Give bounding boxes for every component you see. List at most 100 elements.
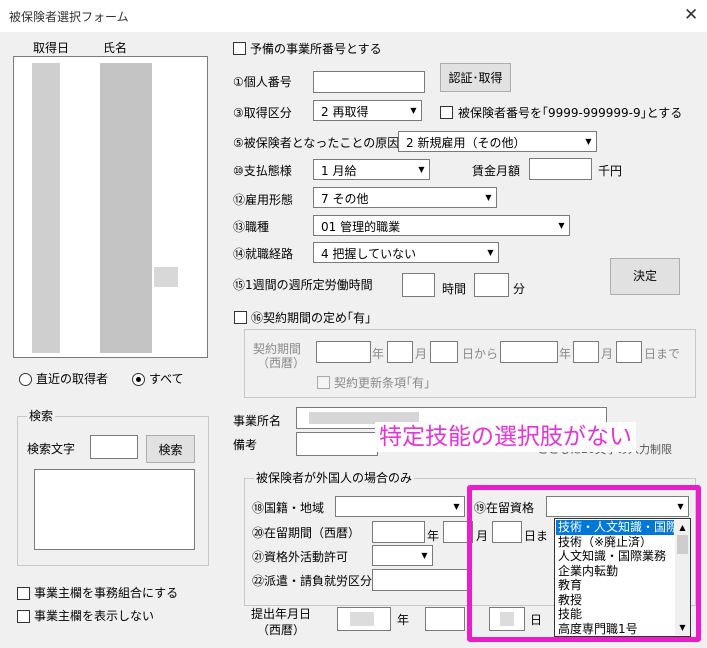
search-button[interactable]: 検索	[146, 435, 195, 463]
check-spare-office[interactable]	[233, 42, 246, 55]
period-year-unit: 年	[427, 529, 440, 543]
acq-class-select[interactable]: 2 再取得 ▼	[313, 100, 422, 121]
hours-input[interactable]	[402, 273, 435, 297]
personal-number-label: ①個人番号	[233, 75, 292, 89]
pay-select[interactable]: 1 月給 ▼	[313, 159, 430, 180]
contract-to-year[interactable]	[500, 341, 558, 363]
foreign-group-label: 被保険者が外国人の場合のみ	[254, 471, 415, 485]
blurred-dates	[32, 63, 60, 353]
search-results[interactable]	[34, 469, 195, 550]
check-hide-employer-label: 事業主欄を表示しない	[34, 609, 155, 623]
contract-group	[244, 329, 696, 398]
list-header-name: 氏名	[103, 41, 128, 55]
hours-label: ⑮1週間の週所定労働時間	[233, 278, 373, 292]
chevron-down-icon: ▼	[448, 497, 464, 516]
acq-class-value: 2 再取得	[321, 105, 369, 119]
check-contract-label: ⑯契約期間の定め｢有｣	[251, 311, 372, 325]
contract-period-sub: （西暦）	[257, 356, 306, 370]
submit-month[interactable]	[425, 607, 465, 631]
radio-all-label: すべて	[149, 372, 184, 386]
annotation-text: 特定技能の選択肢がない	[375, 422, 636, 452]
check-contract[interactable]	[234, 311, 247, 324]
contract-to-month[interactable]	[573, 341, 599, 363]
contract-month-unit: 月	[415, 347, 428, 361]
contract-from-year[interactable]	[316, 341, 371, 363]
auth-button[interactable]: 認証･取得	[440, 63, 511, 92]
insured-list[interactable]	[13, 56, 208, 358]
check-spare-office-label: 予備の事業所番号とする	[250, 42, 382, 56]
cause-value: 2 新規雇用（その他）	[406, 136, 526, 150]
chevron-down-icon: ▼	[553, 216, 569, 235]
search-group-label: 検索	[27, 409, 56, 423]
search-input[interactable]	[90, 435, 138, 459]
wage-label: 賃金月額	[472, 164, 521, 178]
nation-label: ⑱国籍・地域	[252, 501, 325, 515]
job-select[interactable]: 01 管理的職業 ▼	[313, 215, 570, 236]
submit-label: 提出年月日	[251, 607, 312, 621]
office-label: 事業所名	[233, 414, 282, 428]
cause-select[interactable]: 2 新規雇用（その他） ▼	[398, 131, 597, 152]
check-renew-label: 契約更新条項｢有｣	[334, 376, 431, 390]
chevron-down-icon: ▼	[413, 160, 429, 179]
perm-select[interactable]: ▼	[372, 545, 433, 566]
check-insured-no[interactable]	[440, 106, 453, 119]
route-label: ⑭就職経路	[233, 247, 294, 261]
perm-label: ㉑資格外活動許可	[252, 550, 349, 564]
list-header-date: 取得日	[33, 41, 70, 55]
radio-recent-label: 直近の取得者	[36, 372, 109, 386]
chevron-down-icon: ▼	[580, 132, 596, 151]
submit-sub: （西暦）	[257, 623, 306, 637]
contract-from-month[interactable]	[387, 341, 413, 363]
personal-number-input[interactable]	[313, 71, 425, 93]
nation-select[interactable]: ▼	[335, 496, 465, 517]
chevron-down-icon: ▼	[405, 101, 421, 120]
contract-to-day[interactable]	[616, 341, 642, 363]
blurred-names	[100, 63, 152, 353]
route-select[interactable]: 4 把握していない ▼	[313, 242, 499, 263]
minutes-input[interactable]	[474, 273, 509, 297]
chevron-down-icon: ▼	[480, 188, 496, 207]
emp-type-label: ⑫雇用形態	[233, 193, 294, 207]
contract-month-unit-2: 月	[601, 347, 614, 361]
pay-value: 1 月給	[321, 164, 357, 178]
period-year[interactable]	[372, 521, 425, 543]
dispatch-input[interactable]	[372, 569, 472, 591]
remarks-input[interactable]	[296, 432, 378, 456]
contract-day-from: 日から	[462, 347, 499, 361]
submit-year[interactable]	[337, 607, 391, 631]
minutes-unit: 分	[513, 282, 526, 296]
emp-type-value: 7 その他	[321, 192, 369, 206]
close-icon[interactable]: ✕	[684, 5, 698, 25]
check-union-label: 事業主欄を事務組合にする	[34, 586, 179, 600]
job-value: 01 管理的職業	[321, 220, 401, 234]
check-hide-employer[interactable]	[17, 610, 30, 623]
emp-type-select[interactable]: 7 その他 ▼	[313, 187, 497, 208]
decide-button[interactable]: 決定	[610, 258, 680, 295]
check-renew[interactable]	[317, 376, 330, 389]
pay-label: ⑩支払態様	[233, 164, 292, 178]
cause-label: ⑤被保険者となったことの原因	[233, 136, 400, 150]
blurred-year	[350, 612, 374, 626]
contract-year-unit-2: 年	[559, 347, 572, 361]
radio-all[interactable]	[132, 373, 145, 386]
wage-input[interactable]	[529, 158, 592, 180]
contract-from-day[interactable]	[430, 341, 458, 363]
hours-unit: 時間	[442, 282, 467, 296]
remarks-label: 備考	[233, 438, 258, 452]
submit-year-unit: 年	[397, 613, 410, 627]
radio-recent[interactable]	[19, 373, 32, 386]
contract-year-unit: 年	[372, 347, 385, 361]
job-label: ⑬職種	[233, 220, 270, 234]
window-title: 被保険者選択フォーム	[9, 10, 129, 24]
search-label: 検索文字	[27, 442, 76, 456]
blurred-name-tail	[154, 267, 178, 287]
highlight-frame	[467, 485, 701, 642]
route-value: 4 把握していない	[321, 247, 417, 261]
chevron-down-icon: ▼	[416, 546, 432, 565]
wage-unit: 千円	[598, 164, 623, 178]
chevron-down-icon: ▼	[482, 243, 498, 262]
dispatch-label: ㉒派遣・請負就労区分	[252, 574, 373, 588]
check-union[interactable]	[17, 587, 30, 600]
check-insured-no-label: 被保険者番号を｢9999-999999-9｣とする	[458, 106, 683, 120]
title-bar: 被保険者選択フォーム ✕	[0, 0, 707, 32]
